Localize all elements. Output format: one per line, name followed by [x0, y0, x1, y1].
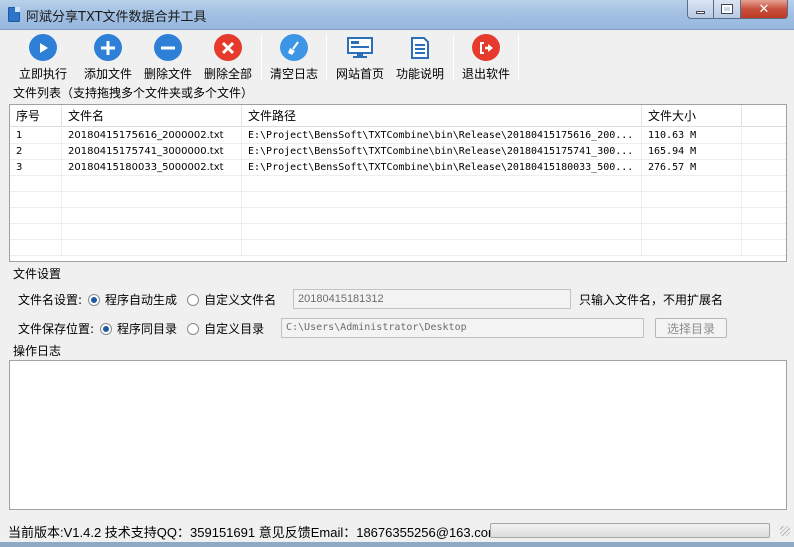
toolbar-separator [326, 34, 327, 80]
filename-setting-row: 文件名设置: 程序自动生成 自定义文件名 [18, 291, 276, 308]
settings-label: 文件设置 [13, 267, 62, 281]
choose-directory-button[interactable]: 选择目录 [655, 318, 727, 338]
app-icon [8, 7, 20, 22]
save-location-label: 文件保存位置: [18, 322, 95, 336]
filename-auto-label[interactable]: 程序自动生成 [105, 291, 177, 308]
row-filesize: 165.94 M [642, 144, 742, 160]
delete-file-label: 删除文件 [143, 67, 192, 81]
clear-log-button[interactable]: 清空日志 [265, 32, 323, 82]
toolbar-separator [261, 34, 262, 80]
empty-row [10, 208, 786, 224]
add-file-button[interactable]: 添加文件 [78, 32, 138, 82]
row-filesize: 276.57 M [642, 160, 742, 176]
maximize-button[interactable] [714, 0, 741, 19]
table-row[interactable]: 1 20180415175616_2000002.txt E:\Project\… [10, 128, 786, 144]
status-bar: 当前版本:V1.4.2 技术支持QQ：359151691 意见反馈Email：1… [0, 518, 794, 542]
row-filename: 20180415175616_2000002.txt [62, 128, 242, 144]
column-header-index[interactable]: 序号 [10, 105, 62, 127]
row-filesize: 110.63 M [642, 128, 742, 144]
toolbar: 立即执行 添加文件 删除文件 删除全部 清空日志 网站首页 功能说明 退出软件 [8, 32, 788, 82]
monitor-icon [346, 34, 374, 61]
exit-button[interactable]: 退出软件 [457, 32, 515, 82]
broom-icon [280, 34, 308, 61]
row-filename: 20180415175741_3000000.txt [62, 144, 242, 160]
title-bar: 阿斌分享TXT文件数据合并工具 ✕ [0, 0, 794, 30]
save-path-input[interactable]: C:\Users\Administrator\Desktop [281, 318, 644, 338]
filename-label: 文件名设置: [18, 293, 83, 307]
filename-custom-radio[interactable] [187, 293, 200, 306]
empty-row [10, 240, 786, 256]
row-index: 3 [10, 160, 62, 176]
row-index: 2 [10, 144, 62, 160]
execute-button[interactable]: 立即执行 [8, 32, 78, 82]
save-same-dir-label[interactable]: 程序同目录 [117, 320, 177, 337]
minimize-button[interactable] [687, 0, 714, 19]
website-button[interactable]: 网站首页 [330, 32, 390, 82]
row-filename: 20180415180033_5000002.txt [62, 160, 242, 176]
window-controls: ✕ [687, 0, 788, 19]
empty-row [10, 192, 786, 208]
filename-custom-label[interactable]: 自定义文件名 [204, 291, 276, 308]
row-filepath: E:\Project\BensSoft\TXTCombine\bin\Relea… [242, 128, 642, 144]
minus-icon [154, 34, 182, 61]
close-button[interactable]: ✕ [741, 0, 788, 19]
exit-label: 退出软件 [461, 67, 510, 81]
save-custom-dir-label[interactable]: 自定义目录 [204, 320, 264, 337]
row-filepath: E:\Project\BensSoft\TXTCombine\bin\Relea… [242, 144, 642, 160]
progress-bar [490, 523, 770, 538]
save-custom-dir-radio[interactable] [187, 322, 200, 335]
resize-grip-icon[interactable] [780, 526, 790, 536]
execute-label: 立即执行 [18, 67, 67, 81]
row-index: 1 [10, 128, 62, 144]
close-icon: ✕ [758, 1, 770, 17]
help-label: 功能说明 [395, 67, 444, 81]
column-header-name[interactable]: 文件名 [62, 105, 242, 127]
delete-file-button[interactable]: 删除文件 [138, 32, 198, 82]
filename-auto-radio[interactable] [88, 293, 101, 306]
empty-row [10, 224, 786, 240]
filename-input[interactable]: 20180415181312 [293, 289, 571, 309]
help-button[interactable]: 功能说明 [390, 32, 450, 82]
toolbar-separator [518, 34, 519, 80]
row-filepath: E:\Project\BensSoft\TXTCombine\bin\Relea… [242, 160, 642, 176]
play-icon [29, 34, 57, 61]
x-icon [214, 34, 242, 61]
add-file-label: 添加文件 [83, 67, 132, 81]
window-title: 阿斌分享TXT文件数据合并工具 [26, 10, 207, 25]
save-location-row: 文件保存位置: 程序同目录 自定义目录 [18, 320, 264, 337]
window-bottom-edge [0, 542, 794, 547]
exit-icon [472, 34, 500, 61]
file-list-label: 文件列表（支持拖拽多个文件夹或多个文件） [13, 86, 254, 100]
column-header-size[interactable]: 文件大小 [642, 105, 742, 127]
save-same-dir-radio[interactable] [100, 322, 113, 335]
plus-icon [94, 34, 122, 61]
status-text: 当前版本:V1.4.2 技术支持QQ：359151691 意见反馈Email：1… [8, 525, 499, 540]
filename-hint: 只输入文件名，不用扩展名 [579, 293, 724, 307]
delete-all-label: 删除全部 [203, 67, 252, 81]
maximize-icon [721, 4, 733, 14]
minimize-icon [696, 10, 705, 14]
table-header: 序号 文件名 文件路径 文件大小 [10, 105, 786, 127]
table-row[interactable]: 2 20180415175741_3000000.txt E:\Project\… [10, 144, 786, 160]
toolbar-separator [453, 34, 454, 80]
delete-all-button[interactable]: 删除全部 [198, 32, 258, 82]
empty-row [10, 176, 786, 192]
table-row[interactable]: 3 20180415180033_5000002.txt E:\Project\… [10, 160, 786, 176]
document-icon [406, 34, 434, 61]
log-label: 操作日志 [13, 344, 62, 358]
log-textarea[interactable] [9, 360, 787, 510]
website-label: 网站首页 [335, 67, 384, 81]
file-list-table[interactable]: 序号 文件名 文件路径 文件大小 1 20180415175616_200000… [9, 104, 787, 262]
column-header-path[interactable]: 文件路径 [242, 105, 642, 127]
clear-log-label: 清空日志 [269, 67, 318, 81]
